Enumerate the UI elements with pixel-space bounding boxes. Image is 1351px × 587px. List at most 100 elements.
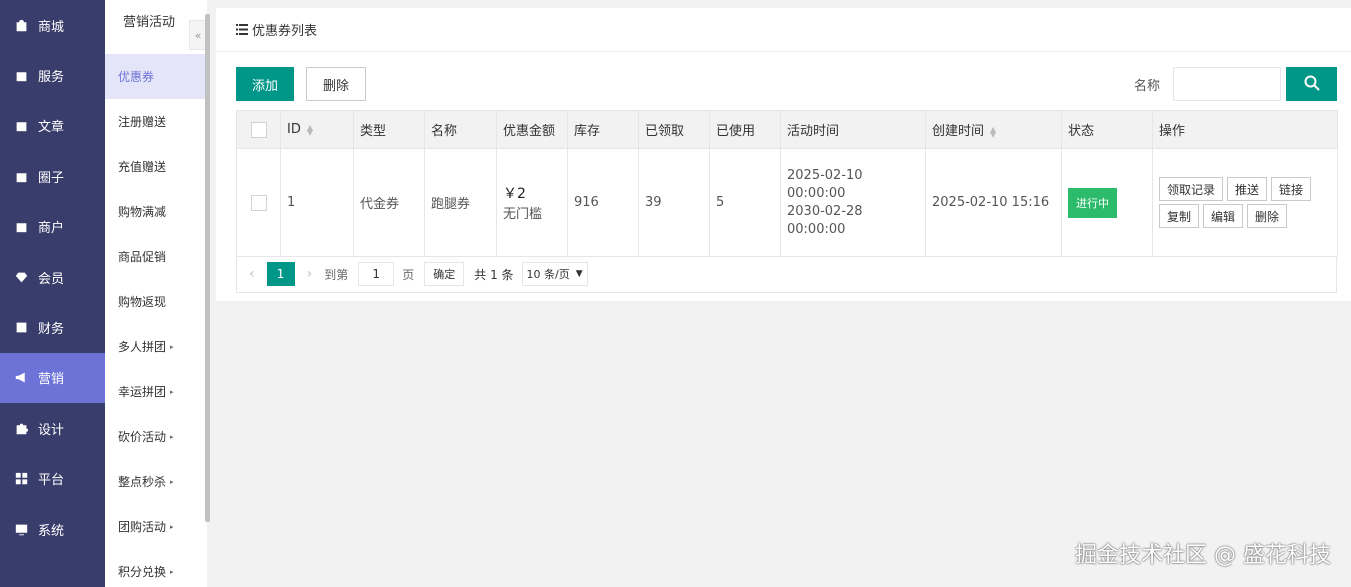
nav-item-article[interactable]: 文章 — [0, 101, 105, 151]
select-all-checkbox[interactable] — [250, 121, 267, 138]
card-header: 优惠券列表 — [216, 8, 1351, 52]
subnav-item-bargain[interactable]: 砍价活动 ▸ — [105, 414, 207, 459]
row-delete-button[interactable]: 删除 — [1247, 204, 1288, 228]
chevron-down-icon: ▼ — [575, 269, 583, 279]
nav-item-platform[interactable]: 平台 — [0, 454, 105, 504]
row-checkbox[interactable] — [250, 194, 267, 211]
nav-item-marketing[interactable]: 营销 — [0, 352, 105, 404]
sort-icon[interactable]: ▲ ▼ — [990, 125, 996, 138]
name-search-input[interactable] — [1173, 67, 1281, 101]
subnav-item-points-exchange[interactable]: 积分兑换 ▸ — [105, 549, 207, 587]
push-button[interactable]: 推送 — [1227, 177, 1268, 201]
subnav-item-recharge-gift[interactable]: 充值赠送 — [105, 144, 207, 189]
nav-item-system[interactable]: 系统 — [0, 504, 105, 554]
delete-button[interactable]: 删除 — [306, 67, 366, 101]
next-page-button[interactable]: › — [307, 266, 313, 282]
subnav-label: 积分兑换 — [118, 565, 167, 579]
nav-label: 服务 — [38, 70, 65, 86]
subnav-item-promotion[interactable]: 商品促销 — [105, 234, 207, 279]
subnav-label: 多人拼团 — [118, 340, 167, 354]
subnav-item-group-purchase[interactable]: 团购活动 ▸ — [105, 504, 207, 549]
nav-item-merchant[interactable]: 商户 — [0, 202, 105, 252]
header-name: 名称 — [424, 110, 497, 149]
cell-id: 1 — [280, 148, 354, 257]
nav-label: 财务 — [38, 322, 65, 338]
page-size-select[interactable]: 10 条/页 ▼ — [521, 262, 588, 286]
subnav-label: 砍价活动 — [118, 430, 167, 444]
cell-used: 5 — [709, 148, 781, 257]
subnav-item-lucky-group[interactable]: 幸运拼团 ▸ — [105, 369, 207, 414]
nav-label: 会员 — [38, 271, 65, 287]
prev-page-button[interactable]: ‹ — [249, 266, 255, 282]
header-received: 已领取 — [638, 110, 710, 149]
nav-label: 系统 — [38, 523, 65, 539]
amount-value: ￥2 — [503, 186, 526, 202]
search-label: 名称 — [1134, 79, 1161, 94]
sort-icon[interactable]: ▲ ▼ — [307, 123, 313, 136]
nav-label: 商户 — [38, 221, 65, 237]
nav-item-mall[interactable]: 商城 — [0, 0, 105, 50]
subnav-item-group-buy-multi[interactable]: 多人拼团 ▸ — [105, 324, 207, 369]
receive-record-button[interactable]: 领取记录 — [1159, 177, 1224, 201]
table-header-row: ID ▲ ▼ 类型 名称 优惠金额 库存 已领取 已使用 活动时间 创建时间 ▲ ▼ 状… — [236, 110, 1338, 149]
nav-item-design[interactable]: 设计 — [0, 403, 105, 453]
search-button[interactable] — [1286, 67, 1337, 101]
nav-item-finance[interactable]: 财务 — [0, 302, 105, 352]
subnav-label: 购物满减 — [118, 205, 167, 219]
megaphone-icon — [14, 371, 28, 385]
subnav-label: 购物返现 — [118, 295, 167, 309]
header-used: 已使用 — [709, 110, 781, 149]
total-count: 共 1 条 — [474, 267, 514, 282]
bag-icon — [14, 220, 28, 234]
header-amount: 优惠金额 — [496, 110, 568, 149]
cell-activity-time: 2025-02-10 00:00:00 2030-02-28 00:00:00 — [780, 148, 926, 257]
subnav-scrollbar[interactable] — [205, 14, 210, 522]
page-unit: 页 — [402, 267, 415, 282]
header-status: 状态 — [1061, 110, 1153, 149]
caret-right-icon: ▸ — [170, 342, 174, 351]
cell-name: 跑腿券 — [424, 148, 497, 257]
link-button[interactable]: 链接 — [1271, 177, 1312, 201]
goto-label: 到第 — [324, 267, 349, 282]
header-stock: 库存 — [567, 110, 639, 149]
subnav-item-coupon[interactable]: 优惠券 — [105, 54, 207, 99]
page-size-value: 10 条/页 — [526, 268, 570, 281]
nav-label: 商城 — [38, 19, 65, 35]
header-id[interactable]: ID ▲ ▼ — [280, 110, 354, 149]
subnav-label: 团购活动 — [118, 520, 167, 534]
header-checkbox-cell[interactable] — [236, 110, 281, 149]
search-icon — [1304, 75, 1320, 94]
current-page[interactable]: 1 — [266, 262, 295, 286]
toolbar: 添加 删除 名称 — [236, 67, 1337, 101]
goto-page-input[interactable]: 1 — [358, 262, 395, 286]
edit-button[interactable]: 编辑 — [1203, 204, 1244, 228]
coupon-table: ID ▲ ▼ 类型 名称 优惠金额 库存 已领取 已使用 活动时间 创建时间 ▲ ▼ 状… — [236, 110, 1338, 257]
goto-confirm-button[interactable]: 确定 — [424, 262, 465, 286]
table-row: 1 代金券 跑腿券 ￥2 无门槛 916 39 5 2025-02-10 00:… — [236, 148, 1338, 257]
nav-label: 设计 — [38, 422, 65, 438]
header-actions: 操作 — [1152, 110, 1338, 149]
subnav-item-flash-sale[interactable]: 整点秒杀 ▸ — [105, 459, 207, 504]
subnav-label: 充值赠送 — [118, 160, 167, 174]
cell-status: 进行中 — [1061, 148, 1153, 257]
nav-item-member[interactable]: 会员 — [0, 252, 105, 302]
subnav-item-cashback[interactable]: 购物返现 — [105, 279, 207, 324]
caret-right-icon: ▸ — [170, 567, 174, 576]
nav-item-service[interactable]: 服务 — [0, 50, 105, 100]
subnav-item-full-reduction[interactable]: 购物满减 — [105, 189, 207, 234]
header-created-time[interactable]: 创建时间 ▲ ▼ — [925, 110, 1062, 149]
cell-received: 39 — [638, 148, 710, 257]
header-label: 创建时间 — [932, 124, 985, 139]
puzzle-icon — [14, 421, 28, 435]
cell-type: 代金券 — [353, 148, 425, 257]
nav-item-circle[interactable]: 圈子 — [0, 151, 105, 201]
copy-button[interactable]: 复制 — [1159, 204, 1200, 228]
row-checkbox-cell[interactable] — [236, 148, 281, 257]
watermark: 掘金技术社区 @ 盛花科技 — [1075, 543, 1331, 568]
add-button[interactable]: 添加 — [236, 67, 294, 101]
nav-label: 营销 — [38, 372, 65, 388]
sub-sidebar: 营销活动 « 优惠券 注册赠送 充值赠送 购物满减 商品促销 购物返现 多人拼团… — [105, 0, 210, 587]
subnav-item-register-gift[interactable]: 注册赠送 — [105, 99, 207, 144]
grid-icon — [14, 472, 28, 486]
bag-icon — [14, 69, 28, 83]
